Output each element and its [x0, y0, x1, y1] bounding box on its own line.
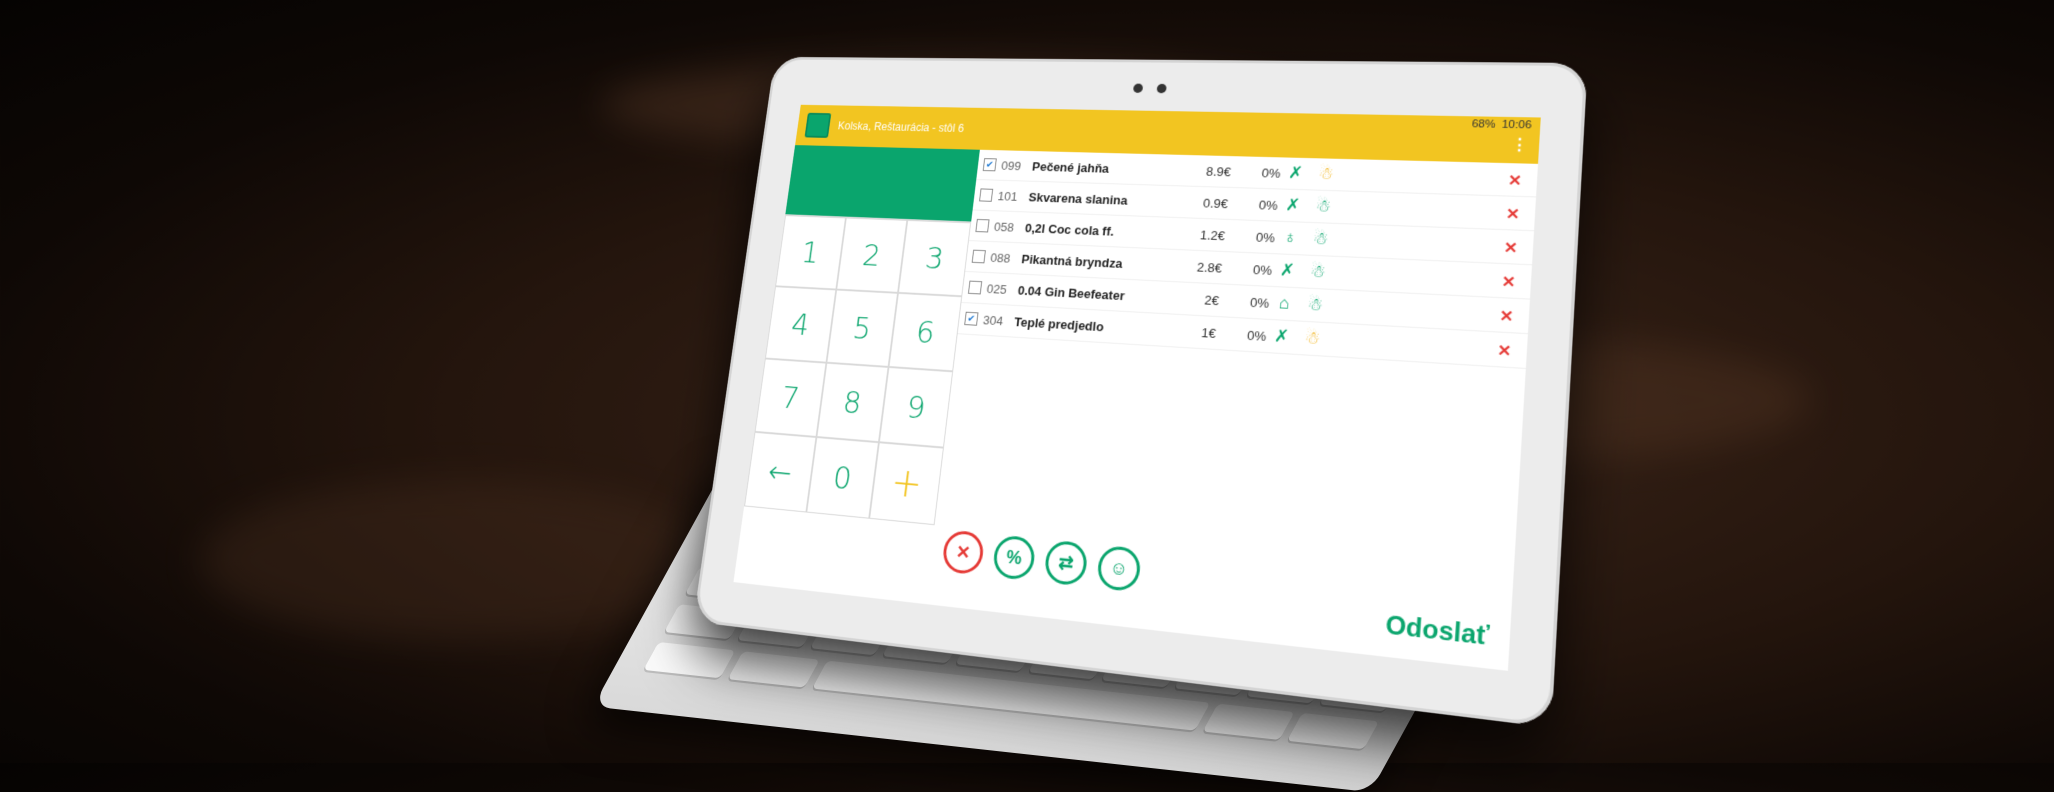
- amount-display: [785, 145, 980, 221]
- order-discount: 0%: [1215, 325, 1267, 343]
- delete-icon[interactable]: ✕: [1499, 306, 1514, 326]
- person-green-icon[interactable]: ☃: [1299, 294, 1332, 316]
- order-code: 099: [1001, 158, 1033, 173]
- order-code: 304: [982, 312, 1015, 328]
- fork-knife-icon[interactable]: ✗: [1280, 163, 1312, 183]
- clock: 10:06: [1501, 119, 1532, 132]
- order-name: 0,2l Coc cola ff.: [1024, 220, 1167, 240]
- order-checkbox[interactable]: ✔: [983, 158, 997, 171]
- numeric-keypad: 1 2 3 4 5 6 7 8 9 ← 0 +: [744, 214, 971, 525]
- fork-knife-icon[interactable]: ✗: [1271, 260, 1303, 281]
- order-discount: 0%: [1227, 196, 1278, 212]
- order-code: 101: [997, 189, 1030, 204]
- delete-icon[interactable]: ✕: [1505, 205, 1520, 224]
- key-2[interactable]: 2: [836, 217, 908, 292]
- key-9[interactable]: 9: [879, 367, 953, 448]
- order-checkbox[interactable]: [972, 250, 986, 264]
- delete-icon[interactable]: ✕: [1507, 171, 1522, 190]
- delete-icon[interactable]: ✕: [1503, 238, 1518, 257]
- cloche-icon[interactable]: ⌂: [1268, 293, 1300, 315]
- key-0[interactable]: 0: [806, 437, 879, 519]
- order-code: 025: [986, 281, 1019, 297]
- cancel-icon[interactable]: ✕: [941, 529, 985, 575]
- order-name: Teplé predjedlo: [1014, 314, 1158, 337]
- tablet: Kolska, Reštaurácia - stôl 6 68% 10:06 ⋮…: [693, 57, 1588, 728]
- glass-icon[interactable]: ♁: [1274, 228, 1306, 249]
- order-name: 0.04 Gin Beefeater: [1017, 283, 1160, 305]
- person-yellow-icon[interactable]: ☃: [1296, 328, 1329, 350]
- order-list: ✔ 099 Pečené jahňa 8.9€ 0% ✗ ☃ ✕ 101 Skv…: [955, 150, 1538, 393]
- waiter-icon[interactable]: ☺: [1096, 545, 1142, 593]
- order-checkbox[interactable]: [968, 281, 982, 295]
- key-3[interactable]: 3: [898, 220, 971, 296]
- fork-knife-icon[interactable]: ✗: [1277, 195, 1309, 216]
- person-green-icon[interactable]: ☃: [1307, 196, 1339, 217]
- key-8[interactable]: 8: [816, 363, 889, 443]
- backspace-icon[interactable]: ←: [744, 432, 816, 513]
- person-yellow-icon[interactable]: ☃: [1310, 164, 1342, 184]
- key-5[interactable]: 5: [826, 290, 898, 367]
- order-price: 1.2€: [1166, 226, 1226, 243]
- plus-icon[interactable]: +: [869, 442, 943, 525]
- order-discount: 0%: [1218, 293, 1269, 311]
- order-discount: 0%: [1221, 260, 1272, 277]
- key-4[interactable]: 4: [765, 286, 836, 362]
- order-discount: 0%: [1224, 228, 1275, 245]
- order-code: 058: [993, 219, 1026, 234]
- order-name: Pikantná bryndza: [1021, 251, 1164, 272]
- app-title: Kolska, Reštaurácia - stôl 6: [837, 120, 964, 135]
- status-bar: 68% 10:06: [1471, 118, 1532, 131]
- more-vert-icon[interactable]: ⋮: [1510, 135, 1529, 155]
- person-green-icon[interactable]: ☃: [1304, 229, 1336, 250]
- camera-icon: [1133, 84, 1143, 93]
- order-name: Pečené jahňa: [1031, 159, 1173, 177]
- order-price: 1€: [1156, 322, 1217, 340]
- order-checkbox[interactable]: [975, 219, 989, 233]
- delete-icon[interactable]: ✕: [1497, 341, 1512, 361]
- order-checkbox[interactable]: ✔: [964, 312, 978, 326]
- fork-knife-icon[interactable]: ✗: [1265, 326, 1297, 348]
- order-name: Skvarena slanina: [1028, 190, 1170, 209]
- order-code: 088: [990, 250, 1023, 266]
- battery-level: 68%: [1471, 118, 1495, 130]
- order-price: 2.8€: [1162, 258, 1222, 275]
- order-price: 8.9€: [1172, 163, 1232, 179]
- delete-icon[interactable]: ✕: [1501, 272, 1516, 291]
- key-6[interactable]: 6: [889, 293, 962, 372]
- order-discount: 0%: [1230, 164, 1281, 180]
- action-bar: ✕% ⇄ ☺: [941, 529, 1142, 592]
- order-price: 0.9€: [1169, 194, 1229, 210]
- tablet-screen: Kolska, Reštaurácia - stôl 6 68% 10:06 ⋮…: [733, 105, 1540, 671]
- transfer-icon[interactable]: ⇄: [1043, 540, 1088, 587]
- send-button[interactable]: Odoslať: [1384, 610, 1490, 652]
- order-price: 2€: [1159, 290, 1219, 308]
- percent-icon[interactable]: %: [992, 534, 1037, 581]
- key-7[interactable]: 7: [755, 358, 827, 437]
- key-1[interactable]: 1: [775, 215, 845, 289]
- app-logo-icon: [805, 113, 832, 138]
- order-checkbox[interactable]: [979, 188, 993, 201]
- person-green-icon[interactable]: ☃: [1302, 261, 1334, 282]
- camera-icon: [1156, 84, 1166, 93]
